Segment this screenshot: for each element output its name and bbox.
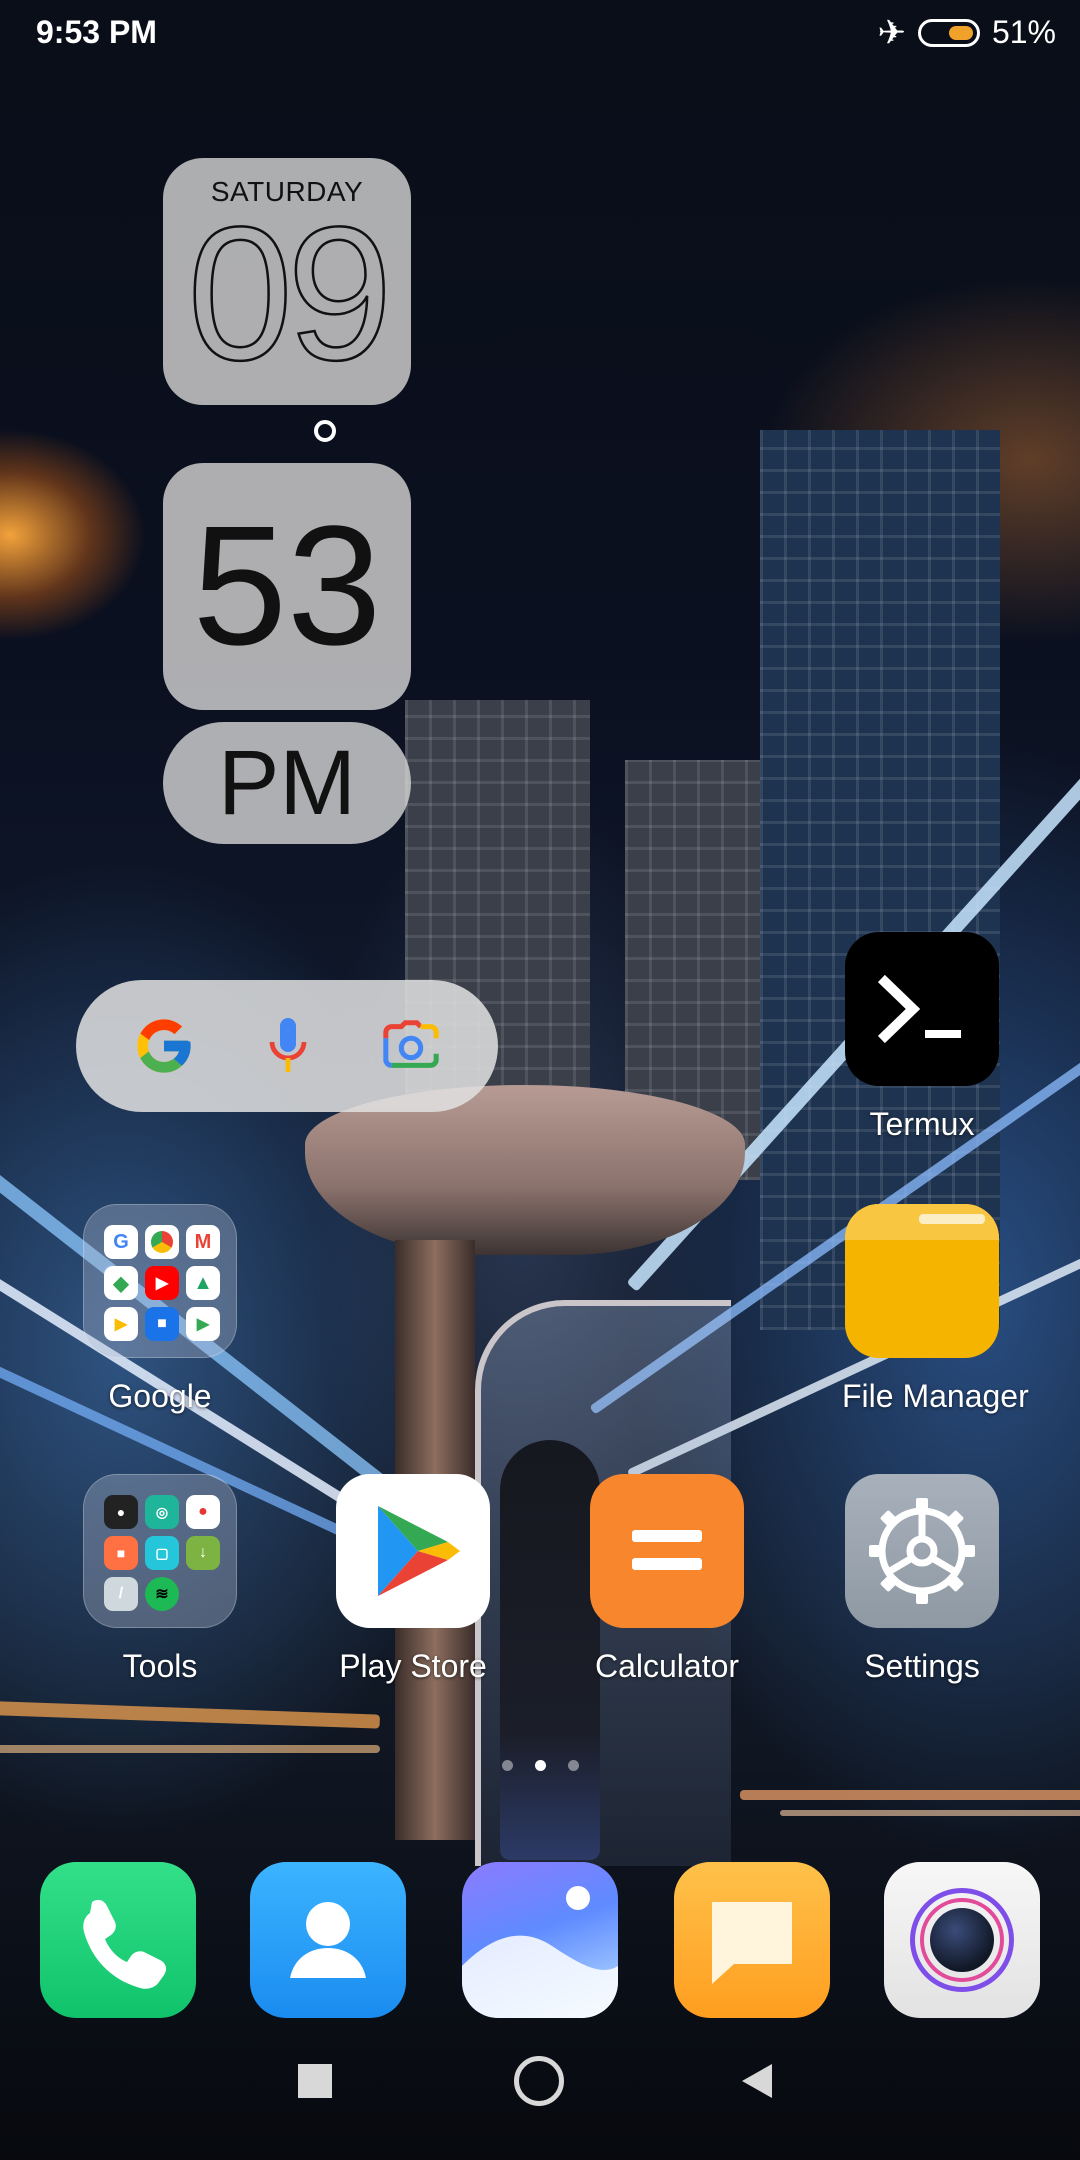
wallpaper-person <box>500 1440 600 1860</box>
back-button[interactable] <box>742 2064 772 2098</box>
dock-camera[interactable] <box>882 1862 1042 2018</box>
camera-icon <box>884 1862 1040 2018</box>
app-label: Calculator <box>594 1648 740 1684</box>
status-time: 9:53 PM <box>36 14 157 50</box>
ampm-label: PM <box>218 732 356 834</box>
wallpaper-building <box>760 430 1000 1330</box>
youtube-icon: ▶ <box>145 1266 179 1300</box>
folder-label: Tools <box>122 1648 198 1684</box>
clock-separator-dot <box>314 420 336 442</box>
app-play-store[interactable]: Play Store <box>333 1474 493 1685</box>
play-games-icon: ▶ <box>186 1307 220 1341</box>
folder-icon <box>845 1204 999 1358</box>
folder-tools[interactable]: ● ◎ ● ■ ▢ ↓ / ≋ Tools <box>80 1474 240 1685</box>
navigation-bar <box>0 2056 1080 2142</box>
minute-number: 53 <box>192 491 382 681</box>
feather-icon: / <box>104 1577 138 1611</box>
light-streak <box>740 1790 1080 1800</box>
light-streak <box>0 1700 380 1729</box>
folder-icon: ● ◎ ● ■ ▢ ↓ / ≋ <box>83 1474 237 1628</box>
google-search-widget[interactable] <box>76 980 498 1112</box>
maps-icon: ◆ <box>104 1266 138 1300</box>
dock-phone[interactable] <box>38 1862 198 2018</box>
status-bar: 9:53 PM ✈ 51% <box>0 0 1080 66</box>
screen-recorder-icon: ■ <box>104 1536 138 1570</box>
gmail-icon: M <box>186 1225 220 1259</box>
play-movies-icon: ▶ <box>104 1307 138 1341</box>
microphone-icon[interactable] <box>264 1014 312 1078</box>
page-dot <box>567 1760 579 1771</box>
app-label: Settings <box>864 1648 980 1684</box>
page-dot <box>534 1760 546 1771</box>
app-settings[interactable]: Settings <box>842 1474 1002 1685</box>
recents-button[interactable] <box>298 2064 332 2098</box>
airplane-mode-icon: ✈ <box>877 13 906 52</box>
battery-fill <box>948 25 973 40</box>
page-indicator <box>0 1760 1080 1771</box>
clock-widget-date[interactable]: SATURDAY 09 <box>163 158 411 405</box>
gallery-icon <box>462 1862 618 2018</box>
gear-icon <box>845 1474 999 1628</box>
light-streak <box>0 1745 380 1753</box>
app-file-manager[interactable]: File Manager <box>842 1204 1029 1415</box>
home-button[interactable] <box>514 2056 564 2106</box>
scanner-icon: ▢ <box>145 1536 179 1570</box>
download-icon: ↓ <box>186 1536 220 1570</box>
duo-icon: ■ <box>145 1307 179 1341</box>
lens-camera-icon[interactable] <box>380 1018 442 1074</box>
chrome-icon <box>145 1225 179 1259</box>
battery-icon <box>917 18 980 47</box>
radio-icon: ◎ <box>145 1495 179 1529</box>
clock-widget-minute[interactable]: 53 <box>163 463 411 710</box>
messages-icon <box>674 1862 830 2018</box>
spotify-icon: ≋ <box>145 1577 179 1611</box>
google-g-icon[interactable] <box>132 1014 196 1078</box>
page-dot <box>501 1760 513 1771</box>
app-label: File Manager <box>842 1378 1029 1414</box>
google-icon: G <box>104 1225 138 1259</box>
dock-contacts[interactable] <box>248 1862 408 2018</box>
dock-gallery[interactable] <box>460 1862 620 2018</box>
folder-icon: G M ◆ ▶ ▲ ▶ ■ ▶ <box>83 1204 237 1358</box>
calculator-icon <box>590 1474 744 1628</box>
date-number: 09 <box>186 188 394 400</box>
app-label: Termux <box>869 1106 975 1142</box>
battery-percent: 51% <box>991 14 1056 50</box>
dock <box>0 1862 1080 2022</box>
contacts-icon <box>250 1862 406 2018</box>
phone-icon <box>40 1862 196 2018</box>
terminal-icon <box>845 932 999 1086</box>
light-streak <box>780 1810 1080 1816</box>
app-label: Play Store <box>339 1648 487 1684</box>
compass-icon: ● <box>104 1495 138 1529</box>
dock-messages[interactable] <box>672 1862 832 2018</box>
folder-label: Google <box>108 1378 212 1414</box>
drive-icon: ▲ <box>186 1266 220 1300</box>
recorder-icon: ● <box>186 1495 220 1529</box>
app-termux[interactable]: Termux <box>842 932 1002 1143</box>
folder-google[interactable]: G M ◆ ▶ ▲ ▶ ■ ▶ Google <box>80 1204 240 1415</box>
play-store-icon <box>336 1474 490 1628</box>
app-calculator[interactable]: Calculator <box>587 1474 747 1685</box>
clock-widget-ampm[interactable]: PM <box>163 722 411 844</box>
status-icons: ✈ 51% <box>877 14 1056 51</box>
